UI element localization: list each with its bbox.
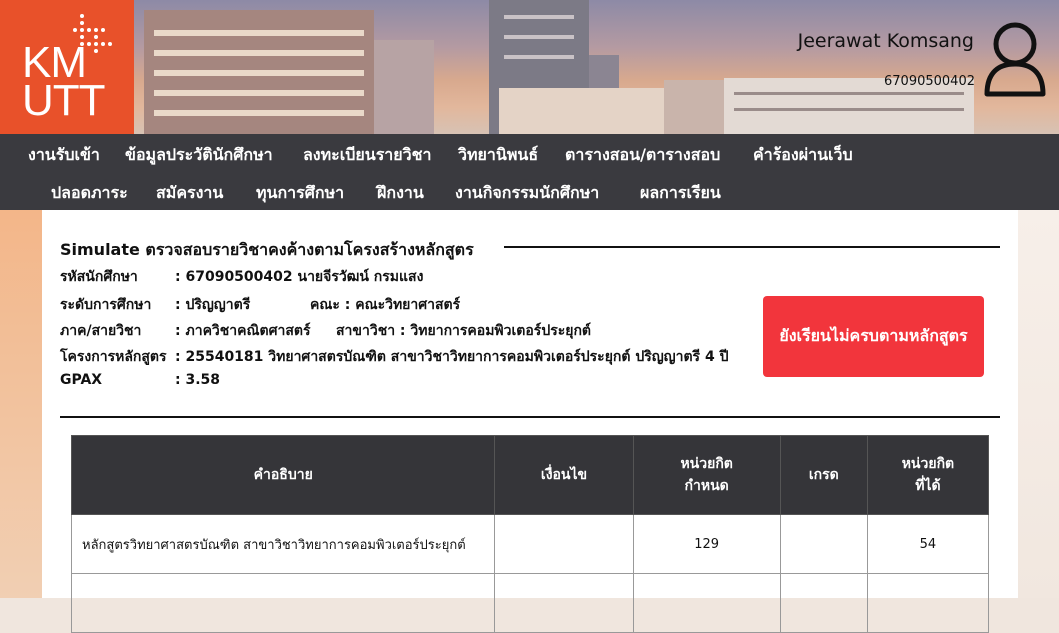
page-background-left — [0, 210, 42, 598]
page-title: Simulate ตรวจสอบรายวิชาคงค้างตามโครงสร้า… — [60, 240, 474, 259]
nav-schedule[interactable]: ตารางสอน/ตารางสอบ — [565, 143, 720, 168]
program-label: โครงการหลักสูตร — [60, 349, 167, 365]
user-name: Jeerawat Komsang — [797, 30, 974, 52]
nav-thesis[interactable]: วิทยานิพนธ์ — [458, 143, 538, 168]
student-id-label: รหัสนักศึกษา — [60, 269, 138, 285]
curriculum-table: คำอธิบาย เงื่อนไข หน่วยกิต กำหนด เกรด หน… — [70, 435, 990, 633]
level-value: : ปริญญาตรี — [175, 297, 251, 313]
user-avatar-icon[interactable] — [983, 22, 1047, 98]
nav-job-application[interactable]: สมัครงาน — [156, 181, 223, 206]
program-value: : 25540181 วิทยาศาสตรบัณฑิต สาขาวิชาวิทย… — [175, 349, 729, 365]
section-divider — [60, 416, 1000, 418]
nav-student-activities[interactable]: งานกิจกรรมนักศึกษา — [455, 181, 599, 206]
department-label: ภาค/สายวิชา — [60, 323, 142, 339]
row-description: หลักสูตรวิทยาศาสตรบัณฑิต สาขาวิชาวิทยากา… — [70, 514, 496, 574]
gpax-label: GPAX — [60, 372, 103, 388]
row-grade — [779, 573, 868, 633]
site-header: KM UTT Jeerawat Komsang 67090500402 — [0, 0, 1059, 134]
col-description: คำอธิบาย — [70, 435, 496, 515]
nav-student-profile[interactable]: ข้อมูลประวัตินักศึกษา — [125, 143, 273, 168]
nav-course-registration[interactable]: ลงทะเบียนรายวิชา — [303, 143, 431, 168]
main-nav-row-1: งานรับเข้า ข้อมูลประวัตินักศึกษา ลงทะเบี… — [0, 134, 1059, 173]
main-content: Simulate ตรวจสอบรายวิชาคงค้างตามโครงสร้า… — [42, 210, 1018, 633]
nav-clearance[interactable]: ปลอดภาระ — [51, 181, 128, 206]
department-value: : ภาควิชาคณิตศาสตร์ — [175, 323, 311, 339]
major-value: สาขาวิชา : วิทยาการคอมพิวเตอร์ประยุกต์ — [336, 323, 592, 339]
col-grade: เกรด — [779, 435, 868, 515]
gpax-value: : 3.58 — [175, 372, 221, 388]
nav-internship[interactable]: ฝึกงาน — [377, 181, 424, 206]
page-background-right — [1018, 210, 1059, 598]
row-credit-earned — [866, 573, 990, 633]
col-credit-required: หน่วยกิต กำหนด — [632, 435, 781, 515]
row-grade — [779, 514, 868, 574]
title-divider — [504, 246, 1000, 248]
row-condition — [494, 573, 634, 633]
row-description — [70, 573, 496, 633]
curriculum-status-badge: ยังเรียนไม่ครบตามหลักสูตร — [763, 296, 984, 377]
row-credit-required: 129 — [632, 514, 781, 574]
logo-text: KM UTT — [22, 38, 106, 125]
faculty-value: คณะ : คณะวิทยาศาสตร์ — [310, 297, 461, 313]
row-credit-required — [632, 573, 781, 633]
user-id: 67090500402 — [884, 74, 975, 89]
table-row — [70, 573, 990, 633]
nav-scholarship[interactable]: ทุนการศึกษา — [256, 181, 344, 206]
col-condition: เงื่อนไข — [494, 435, 634, 515]
level-label: ระดับการศึกษา — [60, 297, 152, 313]
nav-admission[interactable]: งานรับเข้า — [28, 143, 100, 168]
col-credit-earned: หน่วยกิต ที่ได้ — [866, 435, 990, 515]
nav-web-petition[interactable]: คำร้องผ่านเว็บ — [753, 143, 853, 168]
student-id-value: : 67090500402 นายจีรวัฒน์ กรมแสง — [175, 269, 424, 285]
table-header-row: คำอธิบาย เงื่อนไข หน่วยกิต กำหนด เกรด หน… — [70, 435, 990, 515]
nav-grades[interactable]: ผลการเรียน — [640, 181, 721, 206]
kmutt-logo[interactable]: KM UTT — [0, 0, 134, 134]
main-nav-row-2: ปลอดภาระ สมัครงาน ทุนการศึกษา ฝึกงาน งาน… — [0, 172, 1059, 210]
row-credit-earned: 54 — [866, 514, 990, 574]
campus-banner-image — [134, 0, 1059, 134]
row-condition — [494, 514, 634, 574]
table-row: หลักสูตรวิทยาศาสตรบัณฑิต สาขาวิชาวิทยากา… — [70, 514, 990, 574]
